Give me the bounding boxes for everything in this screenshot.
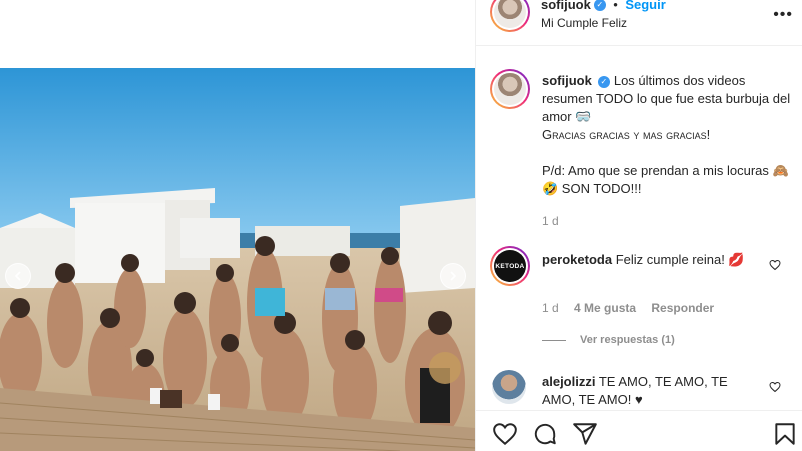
view-replies-label: Ver respuestas (1): [580, 334, 675, 346]
comment-username[interactable]: peroketoda: [542, 252, 612, 267]
more-options-icon[interactable]: •••: [773, 6, 793, 24]
comment-time[interactable]: 1 d: [542, 301, 559, 315]
author-avatar[interactable]: [490, 0, 530, 32]
post-header: sofijuok ✓ • Seguir Mi Cumple Feliz •••: [476, 0, 802, 46]
peroketoda-avatar-text: KETODA: [494, 250, 526, 282]
comment-like-heart-icon[interactable]: [769, 381, 781, 393]
comment-like-heart-icon[interactable]: [769, 259, 781, 271]
post-media-panel: [0, 0, 475, 451]
post-photo: [0, 68, 475, 451]
post-side-panel: sofijuok ✓ • Seguir Mi Cumple Feliz ••• s…: [475, 0, 802, 451]
chevron-left-icon: [14, 271, 21, 281]
post-action-bar: [476, 410, 802, 451]
comment-icon[interactable]: [532, 421, 558, 447]
author-username[interactable]: sofijuok: [541, 0, 591, 12]
caption-time[interactable]: 1 d: [542, 212, 792, 230]
comment-alejolizzi: alejolizzi TE AMO, TE AMO, TE AMO, TE AM…: [542, 373, 742, 409]
comment-username[interactable]: alejolizzi: [542, 374, 595, 389]
post-location[interactable]: Mi Cumple Feliz: [541, 16, 627, 30]
comment-meta: 1 d 4 Me gusta Responder: [542, 301, 714, 315]
comment-body: Feliz cumple reina! 💋: [615, 252, 745, 267]
verified-badge-icon: ✓: [593, 0, 606, 11]
chevron-right-icon: [450, 271, 457, 281]
caption-verified-badge-icon: ✓: [597, 75, 610, 88]
next-photo-button[interactable]: [440, 263, 466, 289]
post-caption: sofijuok ✓ Los últimos dos videos resumen …: [542, 72, 792, 230]
caption-line-3: P/d: Amo que se prendan a mis locuras 🙈🤣…: [542, 163, 789, 196]
caption-username[interactable]: sofijuok: [542, 73, 592, 88]
share-icon[interactable]: [572, 421, 598, 447]
peroketoda-avatar[interactable]: KETODA: [490, 246, 530, 286]
comments-section: sofijuok ✓ Los últimos dos videos resumen …: [476, 47, 802, 410]
replies-divider: [542, 339, 566, 341]
caption-line-2: Gracias gracias y mas gracias!: [542, 127, 711, 142]
comment-reply-button[interactable]: Responder: [651, 301, 714, 315]
caption-author-avatar[interactable]: [490, 69, 530, 109]
alejolizzi-avatar[interactable]: [492, 370, 526, 404]
heart-icon[interactable]: [492, 421, 518, 447]
comment-peroketoda: peroketoda Feliz cumple reina! 💋: [542, 251, 767, 269]
bookmark-icon[interactable]: [772, 421, 798, 447]
view-replies-button[interactable]: Ver respuestas (1): [542, 334, 675, 346]
comment-likes[interactable]: 4 Me gusta: [574, 301, 636, 315]
follow-button[interactable]: Seguir: [625, 0, 665, 12]
previous-photo-button[interactable]: [5, 263, 31, 289]
beach-group-photo: [0, 68, 475, 451]
header-separator: •: [613, 0, 618, 12]
instagram-post-modal: sofijuok ✓ • Seguir Mi Cumple Feliz ••• s…: [0, 0, 802, 451]
